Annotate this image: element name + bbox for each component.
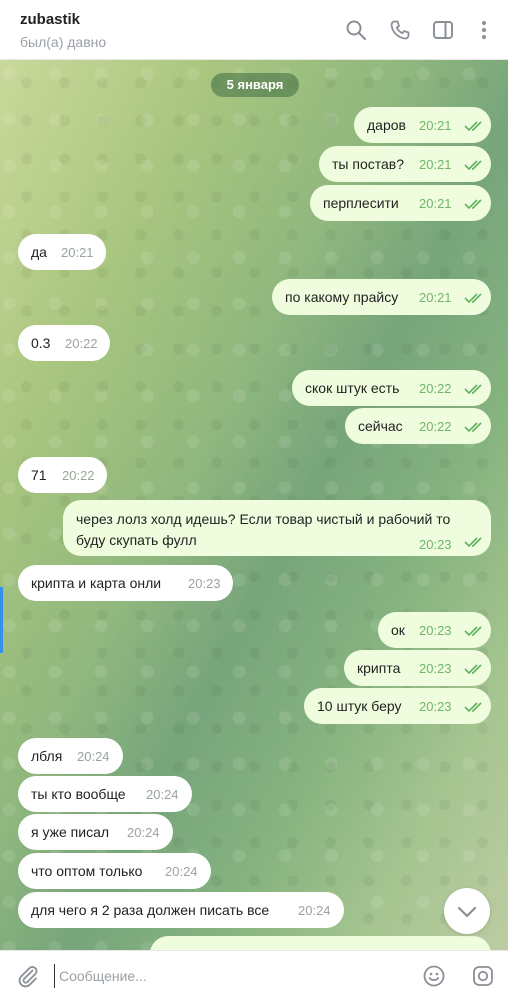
message-outgoing[interactable]: 10 штук беру 20:23	[304, 688, 491, 724]
message-time: 20:22	[65, 336, 98, 351]
message-text: скок штук есть	[305, 380, 400, 396]
message-text: через лолз холд идешь? Если товар чистый…	[76, 511, 451, 548]
message-outgoing[interactable]: перплесити 20:21	[310, 185, 491, 221]
message-time: 20:24	[298, 903, 331, 918]
chat-header: zubastik был(а) давно	[0, 0, 508, 60]
message-input[interactable]	[54, 964, 404, 988]
message-outgoing[interactable]: крипта 20:23	[344, 650, 491, 686]
attach-icon[interactable]	[16, 964, 40, 988]
read-checks-icon	[464, 537, 482, 548]
message-text: что оптом только	[31, 863, 143, 879]
read-checks-icon	[464, 121, 482, 132]
message-outgoing[interactable]: ты постав? 20:21	[319, 146, 491, 182]
message-incoming[interactable]: что оптом только 20:24	[18, 853, 211, 889]
message-time: 20:24	[165, 864, 198, 879]
message-list[interactable]: 5 января даров 20:21 ты постав? 20:21 пе…	[0, 60, 508, 950]
message-time: 20:23	[419, 623, 452, 638]
message-text: крипта и карта онли	[31, 575, 162, 591]
call-icon[interactable]	[388, 18, 412, 42]
window-edge-accent	[0, 587, 3, 653]
message-time: 20:22	[419, 381, 452, 396]
emoji-icon[interactable]	[422, 964, 446, 988]
sidebar-toggle-icon[interactable]	[431, 18, 455, 42]
message-incoming[interactable]: ты кто вообще 20:24	[18, 776, 192, 812]
message-outgoing[interactable]: даров 20:21	[354, 107, 491, 143]
message-text: ты постав?	[332, 156, 404, 172]
message-composer	[0, 950, 508, 1000]
message-text: да	[31, 244, 47, 260]
message-text: 71	[31, 467, 47, 483]
message-text: ок	[391, 622, 405, 638]
message-outgoing-partial[interactable]	[150, 936, 491, 950]
message-incoming[interactable]: я уже писал 20:24	[18, 814, 173, 850]
message-text: даров	[367, 117, 406, 133]
message-time: 20:23	[419, 699, 452, 714]
message-incoming[interactable]: лбля 20:24	[18, 738, 123, 774]
message-incoming[interactable]: крипта и карта онли 20:23	[18, 565, 233, 601]
message-time: 20:23	[188, 576, 221, 591]
message-time: 20:24	[127, 825, 160, 840]
read-checks-icon	[464, 160, 482, 171]
last-seen-status: был(а) давно	[20, 34, 107, 50]
message-text: сейчас	[358, 418, 403, 434]
message-time: 20:23	[419, 661, 452, 676]
message-text: по какому прайсу	[285, 289, 399, 305]
message-text: 0.3	[31, 335, 51, 351]
read-checks-icon	[464, 664, 482, 675]
message-time: 20:24	[146, 787, 179, 802]
message-time: 20:21	[419, 290, 452, 305]
more-icon[interactable]	[472, 18, 496, 42]
message-text: перплесити	[323, 195, 399, 211]
message-time: 20:24	[77, 749, 110, 764]
message-time: 20:21	[419, 118, 452, 133]
message-incoming[interactable]: да 20:21	[18, 234, 106, 270]
message-time: 20:21	[419, 157, 452, 172]
message-text: ты кто вообще	[31, 786, 126, 802]
message-outgoing[interactable]: скок штук есть 20:22	[292, 370, 491, 406]
message-outgoing[interactable]: через лолз холд идешь? Если товар чистый…	[63, 500, 491, 556]
read-checks-icon	[464, 199, 482, 210]
message-text: для чего я 2 раза должен писать все	[31, 902, 270, 918]
message-incoming[interactable]: 0.3 20:22	[18, 325, 110, 361]
message-outgoing[interactable]: ок 20:23	[378, 612, 491, 648]
read-checks-icon	[464, 293, 482, 304]
message-time: 20:21	[419, 196, 452, 211]
camera-icon[interactable]	[471, 964, 495, 988]
chat-title[interactable]: zubastik	[20, 11, 80, 28]
read-checks-icon	[464, 626, 482, 637]
search-icon[interactable]	[344, 18, 368, 42]
message-text: крипта	[357, 660, 401, 676]
read-checks-icon	[464, 702, 482, 713]
chevron-down-icon	[457, 906, 477, 918]
message-text: я уже писал	[31, 824, 110, 840]
message-outgoing[interactable]: по какому прайсу 20:21	[272, 279, 491, 315]
message-text: 10 штук беру	[317, 698, 402, 714]
message-time: 20:21	[61, 245, 94, 260]
date-badge: 5 января	[211, 73, 299, 97]
message-time: 20:22	[62, 468, 95, 483]
message-text: лбля	[31, 748, 63, 764]
message-incoming[interactable]: 71 20:22	[18, 457, 107, 493]
message-incoming[interactable]: для чего я 2 раза должен писать все 20:2…	[18, 892, 344, 928]
message-time: 20:22	[419, 419, 452, 434]
read-checks-icon	[464, 422, 482, 433]
read-checks-icon	[464, 384, 482, 395]
scroll-down-button[interactable]	[444, 888, 490, 934]
message-time: 20:23	[419, 537, 452, 552]
message-outgoing[interactable]: сейчас 20:22	[345, 408, 491, 444]
